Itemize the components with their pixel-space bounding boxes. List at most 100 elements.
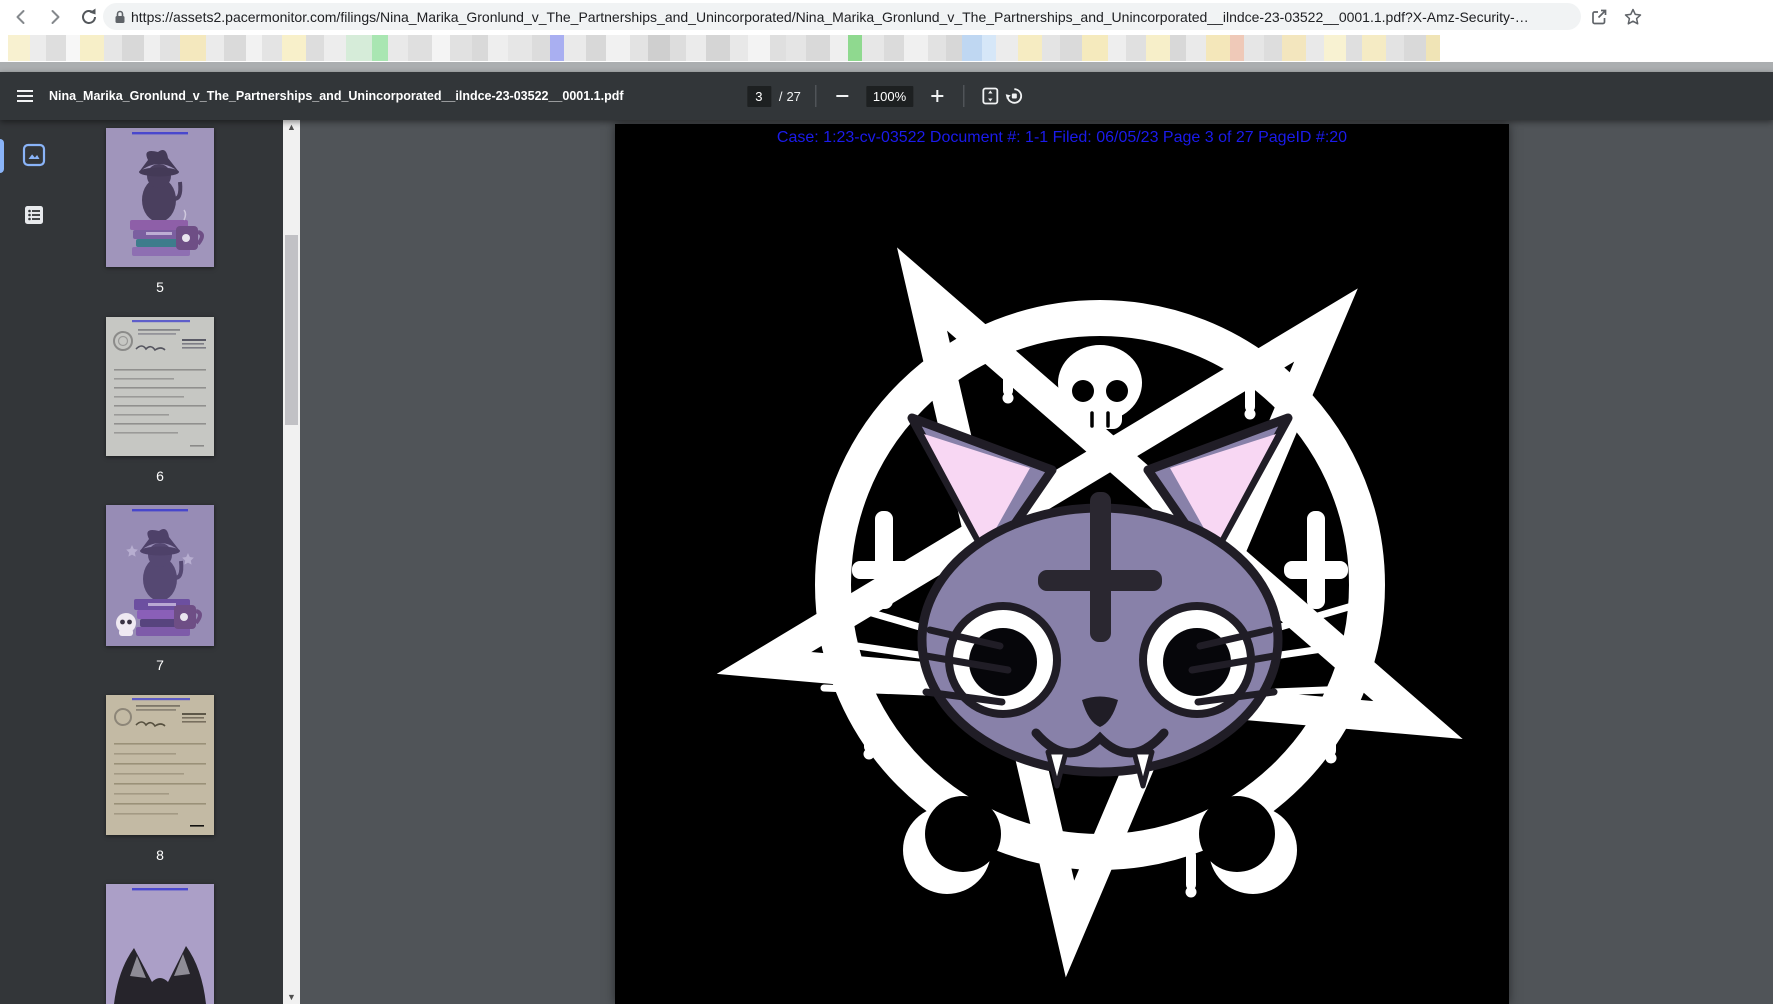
bookmark-item[interactable] [450, 34, 472, 61]
bookmark-item[interactable] [630, 34, 648, 61]
scroll-down-button[interactable]: ▼ [283, 990, 300, 1004]
bookmark-item[interactable] [472, 34, 488, 61]
menu-button[interactable] [13, 84, 37, 108]
scroll-up-button[interactable]: ▲ [283, 120, 300, 134]
bookmark-item[interactable] [770, 34, 786, 61]
bookmark-item[interactable] [1108, 34, 1126, 61]
bookmark-item[interactable] [180, 34, 206, 61]
zoom-out-button[interactable] [830, 84, 854, 108]
thumbnail-page-8[interactable] [106, 695, 214, 835]
bookmark-item[interactable] [346, 34, 372, 61]
zoom-in-button[interactable] [925, 84, 949, 108]
bookmark-item[interactable] [532, 34, 550, 61]
bookmark-item[interactable] [1306, 34, 1324, 61]
bookmark-item[interactable] [46, 34, 66, 61]
bookmark-item[interactable] [982, 34, 996, 61]
bookmark-item[interactable] [1186, 34, 1206, 61]
bookmark-item[interactable] [1170, 34, 1186, 61]
fit-page-button[interactable] [978, 84, 1002, 108]
bookmark-item[interactable] [706, 34, 730, 61]
bookmark-star-button[interactable] [1620, 4, 1646, 30]
bookmark-item[interactable] [1244, 34, 1264, 61]
bookmark-item[interactable] [748, 34, 770, 61]
bookmark-item[interactable] [786, 34, 806, 61]
bookmark-item[interactable] [30, 34, 46, 61]
bookmark-item[interactable] [1230, 34, 1244, 61]
bookmark-item[interactable] [508, 34, 532, 61]
browser-forward-button[interactable] [42, 4, 68, 30]
page-number-input[interactable]: 3 [746, 85, 771, 107]
bookmark-item[interactable] [66, 34, 80, 61]
bookmark-item[interactable] [1282, 34, 1306, 61]
bookmark-item[interactable] [324, 34, 346, 61]
bookmark-item[interactable] [606, 34, 630, 61]
bookmark-item[interactable] [946, 34, 962, 61]
bookmark-item[interactable] [1126, 34, 1146, 61]
bookmark-item[interactable] [144, 34, 160, 61]
bookmark-item[interactable] [488, 34, 508, 61]
bookmark-item[interactable] [80, 34, 104, 61]
bookmark-item[interactable] [830, 34, 848, 61]
bookmark-item[interactable] [670, 34, 686, 61]
bookmark-item[interactable] [586, 34, 606, 61]
bookmark-item[interactable] [686, 34, 706, 61]
share-button[interactable] [1586, 4, 1612, 30]
bookmark-item[interactable] [1346, 34, 1362, 61]
browser-reload-button[interactable] [76, 4, 102, 30]
outline-panel-button[interactable] [18, 199, 50, 231]
bookmark-item[interactable] [1060, 34, 1082, 61]
pdf-toolbar: Nina_Marika_Gronlund_v_The_Partnerships_… [0, 72, 1773, 120]
bookmark-item[interactable] [928, 34, 946, 61]
bookmarks-bar[interactable] [0, 33, 1773, 62]
bookmark-item[interactable] [372, 34, 388, 61]
scroll-up-icon: ▲ [287, 121, 296, 132]
thumbnail-page-9[interactable] [106, 884, 214, 1004]
bookmark-item[interactable] [1042, 34, 1060, 61]
bookmark-item[interactable] [730, 34, 748, 61]
bookmark-item[interactable] [1206, 34, 1230, 61]
browser-back-button[interactable] [8, 4, 34, 30]
thumbnail-page-5[interactable] [106, 128, 214, 267]
bookmark-item[interactable] [206, 34, 224, 61]
url-input[interactable]: https://assets2.pacermonitor.com/filings… [131, 9, 1531, 25]
bookmark-item[interactable] [224, 34, 246, 61]
thumbnail-page-7[interactable] [106, 505, 214, 646]
bookmark-item[interactable] [564, 34, 586, 61]
bookmark-item[interactable] [884, 34, 904, 61]
bookmark-item[interactable] [1082, 34, 1108, 61]
bookmark-item[interactable] [1264, 34, 1282, 61]
bookmark-item[interactable] [904, 34, 928, 61]
bookmark-item[interactable] [848, 34, 862, 61]
bookmark-item[interactable] [962, 34, 982, 61]
scrollbar-thumb[interactable] [285, 235, 298, 425]
bookmark-item[interactable] [282, 34, 306, 61]
thumbnails-panel-button[interactable] [18, 139, 50, 171]
bookmark-item[interactable] [104, 34, 122, 61]
rotate-button[interactable] [1002, 84, 1026, 108]
bookmark-item[interactable] [122, 34, 144, 61]
bookmark-item[interactable] [1324, 34, 1346, 61]
bookmark-item[interactable] [1018, 34, 1042, 61]
bookmark-item[interactable] [806, 34, 830, 61]
bookmark-item[interactable] [1146, 34, 1170, 61]
bookmark-item[interactable] [648, 34, 670, 61]
thumbnail-page-6[interactable] [106, 317, 214, 456]
bookmark-item[interactable] [1362, 34, 1386, 61]
bookmark-item[interactable] [1386, 34, 1404, 61]
bookmark-item[interactable] [306, 34, 324, 61]
bookmark-item[interactable] [8, 34, 30, 61]
bookmark-item[interactable] [996, 34, 1018, 61]
bookmark-item[interactable] [160, 34, 180, 61]
bookmark-item[interactable] [388, 34, 408, 61]
bookmark-item[interactable] [246, 34, 262, 61]
bookmark-item[interactable] [262, 34, 282, 61]
bookmark-item[interactable] [432, 34, 450, 61]
url-bar[interactable]: https://assets2.pacermonitor.com/filings… [103, 3, 1581, 30]
bookmark-item[interactable] [408, 34, 432, 61]
bookmark-item[interactable] [550, 34, 564, 61]
bookmark-item[interactable] [1426, 34, 1440, 61]
lock-icon[interactable] [113, 9, 127, 30]
bookmark-item[interactable] [1404, 34, 1426, 61]
active-panel-indicator [0, 139, 4, 173]
bookmark-item[interactable] [862, 34, 884, 61]
